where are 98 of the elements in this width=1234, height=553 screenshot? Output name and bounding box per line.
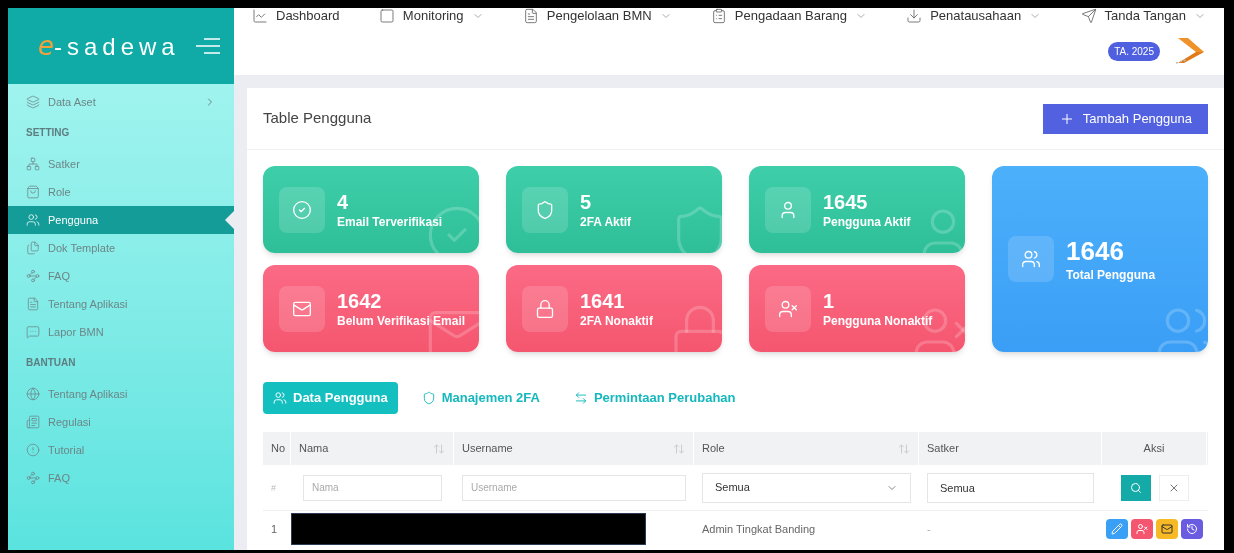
sidebar-item[interactable]: FAQ [8, 262, 234, 290]
sidebar-section-title: SETTING [25, 126, 71, 140]
layers-icon [26, 95, 40, 109]
stat-value: 5 [580, 189, 593, 215]
page-title: Table Pengguna [263, 108, 372, 129]
clipboard-icon [710, 8, 727, 24]
sort-icon [673, 442, 685, 455]
users-icon [1021, 249, 1041, 269]
year-badge: TA. 2025 [1108, 41, 1160, 61]
hash-mark: # [271, 483, 276, 494]
search-button[interactable] [1120, 474, 1151, 501]
sort-icon [433, 442, 445, 455]
nav-menu-item[interactable]: Penatausahaan [906, 8, 1042, 26]
chat-icon [26, 325, 40, 339]
tab[interactable]: Permintaan Perubahan [563, 382, 746, 414]
table-cell-text: Admin Tingkat Banding [701, 521, 817, 537]
logo-text: -sadewa [54, 31, 180, 62]
document-icon [522, 8, 539, 24]
email-button[interactable] [1156, 519, 1178, 539]
users-icon [26, 213, 40, 227]
search-icon [1129, 481, 1142, 494]
square-icon [378, 8, 395, 24]
chevron-logo [1174, 36, 1206, 66]
sidebar-item[interactable]: Role [8, 178, 234, 206]
check-circle-icon [292, 199, 312, 220]
user-x-icon [1136, 523, 1148, 535]
stat-label: 2FA Nonaktif [580, 313, 653, 329]
tab[interactable]: Data Pengguna [263, 382, 398, 414]
stat-value: 1642 [337, 288, 383, 314]
table-cell-text: - [926, 521, 932, 537]
bag-icon [26, 185, 40, 199]
deactivate-button[interactable] [1131, 519, 1153, 539]
stat-label: Belum Verifikasi Email [337, 313, 466, 329]
menu-icon[interactable] [195, 38, 220, 54]
add-user-button[interactable]: Tambah Pengguna [1042, 103, 1208, 134]
nav-menu-item[interactable]: Monitoring [378, 8, 484, 26]
nodes-icon [26, 269, 40, 283]
username-filter-field[interactable]: Username [462, 474, 686, 501]
history-button[interactable] [1181, 519, 1203, 539]
sidebar-item[interactable]: FAQ [8, 464, 234, 492]
network-icon [26, 157, 40, 171]
sidebar-section-title: BANTUAN [25, 356, 77, 370]
globe-icon [26, 387, 40, 401]
document-icon [26, 297, 40, 311]
stat-label: Email Terverifikasi [337, 214, 443, 230]
column-header: No [263, 432, 291, 465]
files-icon [26, 241, 40, 255]
nav-menu-item[interactable]: Pengadaan Barang [710, 8, 867, 26]
edit-button[interactable] [1106, 519, 1128, 539]
alert-icon [26, 443, 40, 457]
role-select[interactable]: Semua [702, 472, 911, 503]
satker-filter-field[interactable]: Semua [927, 472, 1094, 503]
column-header: Aksi [1102, 432, 1207, 465]
column-header: Satker [919, 432, 1102, 465]
users-icon [273, 391, 287, 405]
arrows-icon [573, 391, 588, 405]
nav-menu-item[interactable]: Pengelolaan BMN [522, 8, 672, 26]
send-icon [1080, 8, 1097, 24]
name-filter-field[interactable]: Nama [303, 474, 442, 501]
stat-label: Total Pengguna [1066, 267, 1156, 283]
newspaper-icon [26, 415, 40, 429]
column-header[interactable]: Nama [291, 432, 454, 465]
stat-label: Pengguna Nonaktif [823, 313, 933, 329]
sidebar-item[interactable]: Satker [8, 150, 234, 178]
active-notch [225, 211, 234, 229]
column-header[interactable]: Username [454, 432, 694, 465]
stat-label: Pengguna Aktif [823, 214, 911, 230]
nav-menu-item[interactable]: Dashboard [252, 8, 340, 26]
mail-icon [1161, 523, 1173, 535]
tab[interactable]: Manajemen 2FA [411, 382, 550, 414]
sidebar-item[interactable]: Lapor BMN [8, 318, 234, 346]
sidebar-item[interactable]: Tentang Aplikasi [8, 380, 234, 408]
nodes-icon [26, 471, 40, 485]
sidebar-item[interactable]: Tentang Aplikasi [8, 290, 234, 318]
stat-value: 1 [823, 288, 836, 314]
column-header[interactable]: Role [694, 432, 919, 465]
history-icon [1186, 523, 1198, 535]
lock-icon [535, 298, 555, 319]
stat-value: 1646 [1066, 235, 1125, 268]
sidebar-item[interactable]: Dok Template [8, 234, 234, 262]
chart-icon [252, 8, 268, 24]
logo-mark: e [38, 29, 54, 63]
download-icon [906, 8, 923, 24]
sidebar-item[interactable]: Pengguna [8, 206, 234, 234]
stat-value: 4 [337, 189, 350, 215]
user-x-icon [778, 298, 798, 319]
sort-icon [898, 442, 910, 455]
shield-icon [535, 199, 555, 220]
pencil-icon [1111, 523, 1123, 535]
stat-label: 2FA Aktif [580, 214, 632, 230]
sidebar-item[interactable]: Data Aset [8, 88, 234, 116]
stat-value: 1641 [580, 288, 626, 314]
stat-value: 1645 [823, 189, 869, 215]
nav-menu-item[interactable]: Tanda Tangan [1080, 8, 1206, 26]
sidebar-item[interactable]: Tutorial [8, 436, 234, 464]
table-cell-text: 1 [270, 521, 279, 537]
sidebar-item[interactable]: Regulasi [8, 408, 234, 436]
shield-icon [421, 391, 436, 405]
